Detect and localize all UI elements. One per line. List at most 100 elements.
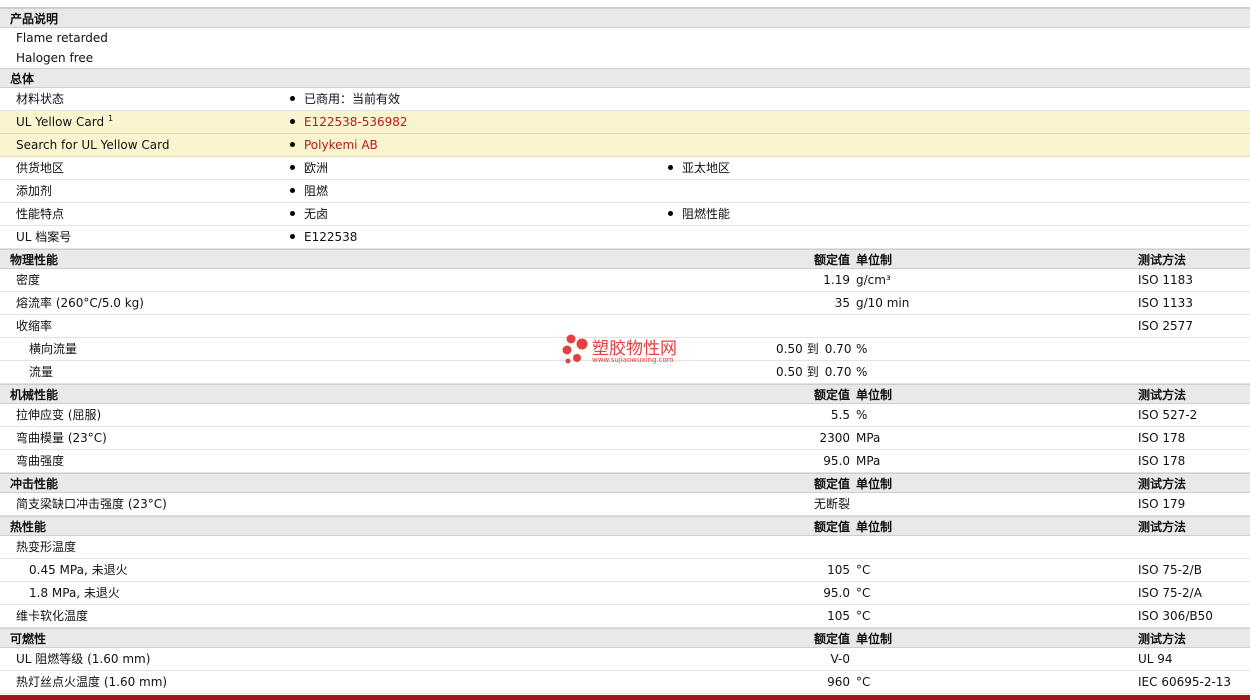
general-row-ul-search: Search for UL Yellow Card Polykemi AB xyxy=(0,134,1250,157)
bullet-icon xyxy=(290,165,295,170)
row-label: 横向流量 xyxy=(29,342,78,356)
row-label: 1.8 MPa, 未退火 xyxy=(29,586,120,600)
desc-line: Flame retarded xyxy=(16,31,108,45)
row-unit: MPa xyxy=(856,454,881,468)
bullet-icon xyxy=(668,165,673,170)
section-title: 冲击性能 xyxy=(10,477,59,491)
row-label: UL 阻燃等级 (1.60 mm) xyxy=(16,652,151,666)
general-row-ul-card: UL Yellow Card 1 E122538-536982 xyxy=(0,111,1250,134)
bullet-icon xyxy=(290,211,295,216)
row-unit: % xyxy=(856,365,868,379)
general-row-region: 供货地区 欧洲 亚太地区 xyxy=(0,157,1250,180)
section-header-description: 产品说明 xyxy=(0,8,1250,28)
header-method: 测试方法 xyxy=(1138,632,1187,646)
watermark-logo-icon xyxy=(562,334,588,364)
property-row-tensile-strain: 拉伸应变 (屈服) 5.5 % ISO 527-2 xyxy=(0,404,1250,427)
row-unit: % xyxy=(856,342,868,356)
footnote-marker: 1 xyxy=(107,114,114,123)
row-value: 960 xyxy=(827,675,850,689)
row-label: 密度 xyxy=(16,273,41,287)
row-value-range: 0.50 到 0.70 xyxy=(776,342,852,356)
section-header-flammability: 可燃性 额定值 单位制 测试方法 xyxy=(0,628,1250,648)
property-row-charpy: 简支梁缺口冲击强度 (23°C) 无断裂 ISO 179 xyxy=(0,493,1250,516)
row-value: 1.19 xyxy=(823,273,850,287)
row-label: 维卡软化温度 xyxy=(16,609,89,623)
row-method: ISO 179 xyxy=(1138,497,1186,511)
row-label: 弯曲模量 (23°C) xyxy=(16,431,107,445)
row-label: 性能特点 xyxy=(16,207,65,221)
property-row-ul94: UL 阻燃等级 (1.60 mm) V-0 UL 94 xyxy=(0,648,1250,671)
row-value: 阻燃性能 xyxy=(668,203,730,226)
header-unit: 单位制 xyxy=(856,253,893,267)
row-value: 105 xyxy=(827,563,850,577)
bullet-icon xyxy=(668,211,673,216)
header-value: 额定值 xyxy=(813,520,850,534)
row-method: ISO 1133 xyxy=(1138,296,1193,310)
row-label: 0.45 MPa, 未退火 xyxy=(29,563,128,577)
row-method: ISO 2577 xyxy=(1138,319,1193,333)
row-method: ISO 178 xyxy=(1138,431,1186,445)
row-method: ISO 306/B50 xyxy=(1138,609,1213,623)
row-method: IEC 60695-2-13 xyxy=(1138,675,1232,689)
row-label: 收缩率 xyxy=(16,319,53,333)
section-title: 可燃性 xyxy=(10,632,47,646)
ul-card-link[interactable]: E122538-536982 xyxy=(304,115,408,129)
section-title: 机械性能 xyxy=(10,388,59,402)
watermark: 塑胶物性网 www.sujiaowuxing.com xyxy=(562,334,722,370)
row-value: 35 xyxy=(834,296,850,310)
property-row-vicat: 维卡软化温度 105 °C ISO 306/B50 xyxy=(0,605,1250,628)
section-title: 物理性能 xyxy=(10,253,59,267)
desc-row: Flame retarded xyxy=(0,28,1250,48)
row-unit: °C xyxy=(856,586,871,600)
row-value: E122538-536982 xyxy=(290,111,408,134)
row-value: 已商用：当前有效 xyxy=(290,88,400,111)
row-value: Polykemi AB xyxy=(290,134,378,157)
row-label: 热灯丝点火温度 (1.60 mm) xyxy=(16,675,168,689)
bullet-icon xyxy=(290,142,295,147)
property-row-density: 密度 1.19 g/cm³ ISO 1183 xyxy=(0,269,1250,292)
general-row-additive: 添加剂 阻燃 xyxy=(0,180,1250,203)
row-unit: g/10 min xyxy=(856,296,910,310)
row-value: 阻燃 xyxy=(290,180,328,203)
row-value: V-0 xyxy=(830,652,850,666)
row-value-range: 0.50 到 0.70 xyxy=(776,365,852,379)
supplier-link[interactable]: Polykemi AB xyxy=(304,138,378,152)
row-unit: % xyxy=(856,408,868,422)
row-unit: MPa xyxy=(856,431,881,445)
row-method: ISO 75-2/A xyxy=(1138,586,1202,600)
header-method: 测试方法 xyxy=(1138,477,1187,491)
header-unit: 单位制 xyxy=(856,632,893,646)
property-row-gwit: 热灯丝点火温度 (1.60 mm) 960 °C IEC 60695-2-13 xyxy=(0,671,1250,694)
section-header-impact: 冲击性能 额定值 单位制 测试方法 xyxy=(0,473,1250,493)
property-row-flex-strength: 弯曲强度 95.0 MPa ISO 178 xyxy=(0,450,1250,473)
bullet-icon xyxy=(290,96,295,101)
property-row-hdt-18: 1.8 MPa, 未退火 95.0 °C ISO 75-2/A xyxy=(0,582,1250,605)
row-value: 亚太地区 xyxy=(668,157,730,180)
header-unit: 单位制 xyxy=(856,477,893,491)
bullet-icon xyxy=(290,188,295,193)
header-unit: 单位制 xyxy=(856,520,893,534)
section-header-general: 总体 xyxy=(0,68,1250,88)
section-header-mechanical: 机械性能 额定值 单位制 测试方法 xyxy=(0,384,1250,404)
row-label: 拉伸应变 (屈服) xyxy=(16,408,102,422)
section-title: 热性能 xyxy=(10,520,47,534)
desc-row: Halogen free xyxy=(0,48,1250,68)
row-unit: g/cm³ xyxy=(856,273,891,287)
row-label: UL Yellow Card 1 xyxy=(16,114,114,130)
bottom-bar xyxy=(0,695,1250,700)
row-label: 供货地区 xyxy=(16,161,65,175)
property-row-hdt-045: 0.45 MPa, 未退火 105 °C ISO 75-2/B xyxy=(0,559,1250,582)
row-value: 5.5 xyxy=(830,408,850,422)
header-value: 额定值 xyxy=(813,253,850,267)
header-value: 额定值 xyxy=(813,477,850,491)
bullet-icon xyxy=(290,234,295,239)
header-value: 额定值 xyxy=(813,632,850,646)
header-value: 额定值 xyxy=(813,388,850,402)
row-label: 弯曲强度 xyxy=(16,454,65,468)
row-method: ISO 178 xyxy=(1138,454,1186,468)
top-border xyxy=(0,0,1250,8)
row-unit: °C xyxy=(856,675,871,689)
row-value: 2300 xyxy=(819,431,850,445)
header-method: 测试方法 xyxy=(1138,520,1187,534)
property-row-flex-modulus: 弯曲模量 (23°C) 2300 MPa ISO 178 xyxy=(0,427,1250,450)
